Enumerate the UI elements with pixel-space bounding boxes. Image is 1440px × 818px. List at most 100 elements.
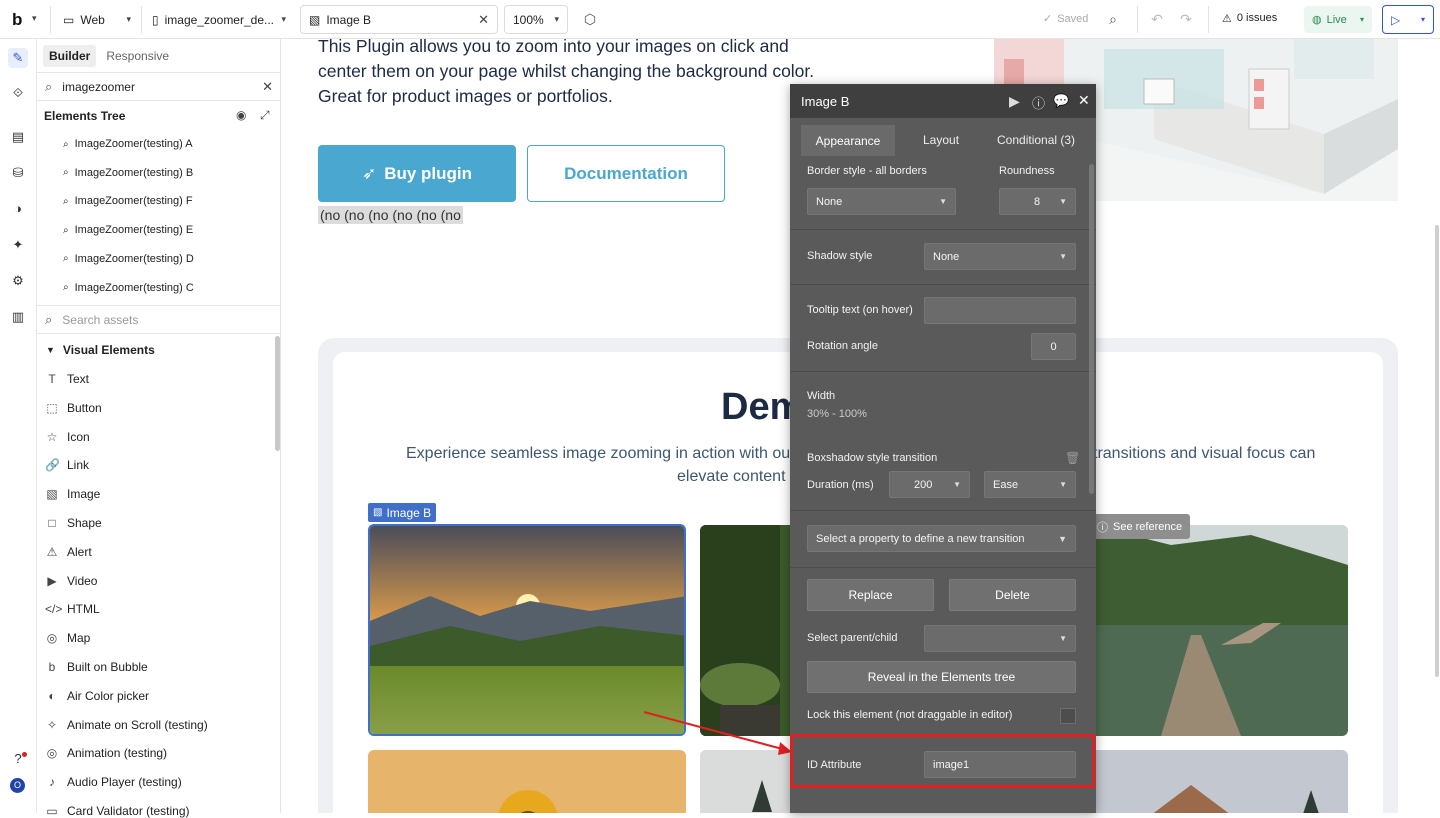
element-type-icon: □ [48, 516, 56, 530]
visual-element-item[interactable]: ⬚ Button [45, 401, 101, 415]
canvas-scrollbar[interactable] [1435, 225, 1439, 677]
bubble-logo[interactable]: b [12, 10, 22, 30]
eye-icon[interactable]: ◉ [236, 108, 246, 122]
assets-search-input[interactable]: Search assets [62, 313, 138, 327]
visual-element-item[interactable]: ✧ Animate on Scroll (testing) [45, 718, 208, 732]
visual-element-label: Alert [67, 544, 92, 559]
workflow-icon[interactable]: ⟐ [8, 83, 28, 103]
visual-element-item[interactable]: ▧ Image [45, 487, 100, 501]
visual-element-item[interactable]: ☆ Icon [45, 430, 90, 444]
visual-element-label: Map [67, 631, 91, 646]
rotation-label: Rotation angle [807, 340, 878, 352]
visual-element-item[interactable]: ♪ Audio Player (testing) [45, 775, 182, 789]
design-pencil-icon[interactable]: ✎ [8, 48, 28, 68]
panel-scrollbar[interactable] [275, 336, 280, 451]
issues-button[interactable]: ⚠ 0 issues [1222, 12, 1277, 25]
reveal-in-tree-button[interactable]: Reveal in the Elements tree [807, 661, 1076, 693]
visual-element-item[interactable]: ◎ Animation (testing) [45, 746, 167, 760]
tab-appearance[interactable]: Appearance [801, 125, 895, 156]
play-circle-icon[interactable]: ▶ [1009, 93, 1020, 110]
rotation-input[interactable]: 0 [1031, 333, 1076, 360]
search-small-icon: ⌕ [63, 282, 69, 293]
element-search-input[interactable]: imagezoomer [62, 80, 135, 94]
triangle-down-icon: ▼ [46, 345, 55, 355]
redo-icon[interactable]: ↷ [1177, 10, 1195, 28]
visual-element-item[interactable]: b Built on Bubble [45, 660, 148, 674]
editor-tabs: Appearance Layout Conditional (3) [790, 118, 1096, 156]
visual-element-item[interactable]: ◎ Map [45, 631, 91, 646]
editor-scrollbar[interactable] [1089, 164, 1094, 494]
expand-icon[interactable]: ⤢ [260, 108, 270, 123]
search-icon: ⌕ [45, 78, 53, 94]
element-type-icon: </> [45, 602, 63, 617]
search-icon[interactable]: ⌕ [1104, 10, 1122, 28]
close-icon[interactable]: ✕ [478, 12, 489, 28]
logo-chevron-icon[interactable]: ▾ [32, 13, 37, 24]
play-icon: ▷ [1391, 12, 1401, 27]
tab-responsive[interactable]: Responsive [100, 45, 175, 67]
info-icon[interactable]: ⓘ [1032, 93, 1045, 112]
element-selector[interactable]: ▧ Image B ✕ [300, 5, 498, 34]
tree-item[interactable]: ⌕ ImageZoomer(testing) D [63, 253, 194, 265]
editor-header[interactable]: Image B ▶ ⓘ 💬 ✕ [790, 84, 1096, 118]
visual-element-item[interactable]: </> HTML [45, 602, 100, 616]
live-selector[interactable]: ◍ Live ▾ [1304, 6, 1372, 33]
database-icon[interactable]: ⛁ [8, 163, 28, 183]
visual-element-label: Animate on Scroll (testing) [67, 717, 208, 732]
element-type-icon: ⚠ [46, 544, 58, 559]
logs-chart-icon[interactable]: ▥ [8, 307, 28, 327]
lock-element-checkbox[interactable] [1060, 708, 1076, 724]
notification-dot [22, 752, 27, 757]
tree-item-label: ImageZoomer(testing) D [74, 252, 194, 265]
duration-select[interactable]: 200 ▼ [889, 471, 970, 498]
tree-item[interactable]: ⌕ ImageZoomer(testing) F [63, 195, 193, 207]
visual-element-item[interactable]: T Text [45, 372, 89, 386]
tab-layout[interactable]: Layout [923, 133, 959, 147]
comment-icon[interactable]: 💬 [1053, 93, 1069, 109]
visual-element-item[interactable]: ⚠ Alert [45, 545, 92, 559]
tree-item-label: ImageZoomer(testing) F [74, 195, 193, 208]
chevron-down-icon: ▼ [1058, 533, 1067, 544]
tab-conditional[interactable]: Conditional (3) [997, 133, 1075, 147]
visual-element-label: Link [67, 458, 90, 473]
visual-element-item[interactable]: 🔗 Link [45, 458, 89, 472]
tooltip-input[interactable] [924, 297, 1076, 324]
trash-icon[interactable]: 🗑 [1065, 451, 1080, 465]
tree-item[interactable]: ⌕ ImageZoomer(testing) B [63, 167, 193, 179]
element-type-icon: ◎ [46, 631, 58, 646]
visual-element-item[interactable]: ▭ Card Validator (testing) [45, 804, 189, 818]
builder-tabs: Builder Responsive [43, 45, 175, 67]
tree-item-label: ImageZoomer(testing) C [74, 281, 194, 294]
visual-elements-header[interactable]: ▼ Visual Elements [46, 343, 155, 357]
parent-child-select[interactable]: ▼ [924, 625, 1076, 652]
user-avatar[interactable]: O [10, 778, 25, 793]
plugins-icon[interactable]: ✦ [8, 235, 28, 255]
delete-button[interactable]: Delete [949, 579, 1076, 611]
cube-icon[interactable]: ⬡ [581, 10, 599, 28]
settings-gear-icon[interactable]: ⚙ [8, 271, 28, 291]
tab-builder[interactable]: Builder [43, 45, 97, 67]
tree-item[interactable]: ⌕ ImageZoomer(testing) C [63, 282, 194, 294]
tree-item[interactable]: ⌕ ImageZoomer(testing) A [63, 138, 193, 150]
new-transition-select[interactable]: Select a property to define a new transi… [807, 525, 1076, 552]
close-icon[interactable]: ✕ [1078, 92, 1090, 109]
styles-palette-icon[interactable]: ◑ [8, 199, 28, 219]
zoom-selector[interactable]: 100% ▾ [504, 5, 568, 34]
roundness-input[interactable]: 8 ▼ [999, 188, 1076, 215]
easing-select[interactable]: Ease ▼ [984, 471, 1076, 498]
data-layout-icon[interactable]: ▤ [8, 127, 28, 147]
border-style-select[interactable]: None ▼ [807, 188, 956, 215]
visual-element-label: Text [67, 372, 90, 386]
page-selector[interactable]: ▯ image_zoomer_de... ▾ [144, 5, 294, 34]
tree-item[interactable]: ⌕ ImageZoomer(testing) E [63, 224, 193, 236]
clear-search-icon[interactable]: ✕ [262, 79, 273, 95]
visual-element-item[interactable]: ◐ Air Color picker [45, 689, 149, 703]
visual-element-item[interactable]: □ Shape [45, 516, 101, 530]
preview-button[interactable]: ▷ ▾ [1382, 5, 1434, 34]
shadow-style-select[interactable]: None ▼ [924, 243, 1076, 270]
device-selector[interactable]: ▭ Web ▾ [55, 5, 139, 34]
undo-icon[interactable]: ↶ [1148, 10, 1166, 28]
replace-button[interactable]: Replace [807, 579, 934, 611]
width-value[interactable]: 30% - 100% [807, 408, 867, 420]
visual-element-item[interactable]: ▶ Video [45, 574, 97, 588]
